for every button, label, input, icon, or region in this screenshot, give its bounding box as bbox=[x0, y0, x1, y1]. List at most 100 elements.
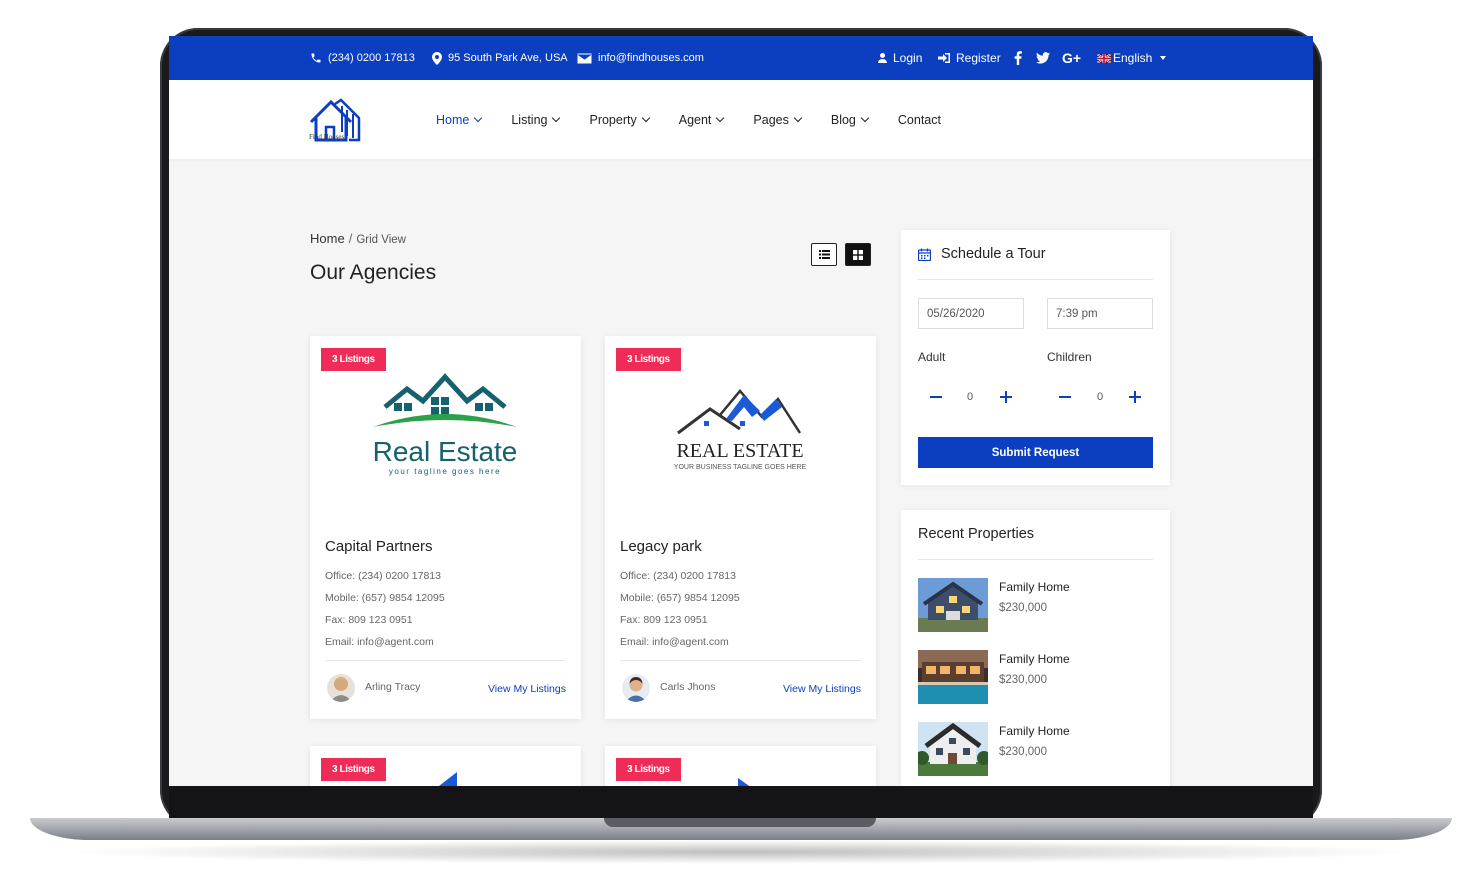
children-label: Children bbox=[1047, 350, 1092, 364]
property-title[interactable]: Family Home bbox=[999, 724, 1070, 738]
property-price: $230,000 bbox=[999, 746, 1047, 758]
avatar[interactable] bbox=[622, 674, 650, 702]
map-marker-icon bbox=[432, 51, 442, 65]
grid-view-button[interactable] bbox=[845, 243, 871, 266]
listings-badge: 3 Listings bbox=[321, 758, 386, 781]
calendar-icon bbox=[918, 248, 931, 261]
adult-increment-button[interactable] bbox=[1000, 391, 1012, 403]
property-thumbnail[interactable] bbox=[918, 722, 988, 776]
login-link[interactable]: Login bbox=[878, 36, 922, 80]
nav-blog[interactable]: Blog bbox=[830, 112, 870, 127]
nav-blog-label: Blog bbox=[830, 112, 856, 127]
agency-card[interactable]: 3 Listings bbox=[310, 746, 581, 786]
recent-properties-widget: Recent Properties Family Home $230,000 F… bbox=[901, 510, 1170, 786]
time-field[interactable]: 7:39 pm bbox=[1047, 298, 1153, 329]
agency-logo-partial-icon bbox=[738, 778, 750, 786]
list-item[interactable]: Family Home $230,000 bbox=[918, 650, 1158, 706]
chevron-down-icon bbox=[860, 113, 870, 122]
nav-agent[interactable]: Agent bbox=[678, 112, 725, 127]
nav-pages[interactable]: Pages bbox=[753, 112, 803, 127]
nav-property[interactable]: Property bbox=[589, 112, 650, 127]
screen-bottom-bezel bbox=[169, 786, 1313, 818]
sign-in-icon bbox=[938, 53, 950, 63]
mobile-phone: Mobile: (657) 9854 12095 bbox=[620, 592, 740, 604]
nav-agent-label: Agent bbox=[678, 112, 712, 127]
view-listings-link[interactable]: View My Listings bbox=[783, 683, 861, 695]
nav-property-label: Property bbox=[589, 112, 637, 127]
google-plus-icon: G+ bbox=[1062, 50, 1082, 66]
breadcrumb: Home / Grid View bbox=[310, 231, 406, 246]
address-text: 95 South Park Ave, USA bbox=[448, 52, 568, 64]
agency-logo-partial-icon bbox=[439, 772, 457, 786]
list-item[interactable]: Family Home $230,000 bbox=[918, 722, 1158, 778]
twitter-link[interactable] bbox=[1036, 36, 1050, 80]
envelope-icon bbox=[577, 52, 592, 64]
listings-badge: 3 Listings bbox=[321, 348, 386, 371]
agency-name[interactable]: Capital Partners bbox=[325, 538, 433, 555]
property-title[interactable]: Family Home bbox=[999, 580, 1070, 594]
facebook-link[interactable] bbox=[1014, 36, 1022, 80]
logo-title: REAL ESTATE bbox=[676, 440, 803, 462]
property-thumbnail[interactable] bbox=[918, 650, 988, 704]
list-item[interactable]: Family Home $230,000 bbox=[918, 578, 1158, 634]
nav-pages-label: Pages bbox=[753, 112, 789, 127]
adult-decrement-button[interactable] bbox=[930, 396, 942, 398]
property-thumbnail[interactable] bbox=[918, 578, 988, 632]
logo-text: Find Houses bbox=[309, 133, 345, 141]
nav-home[interactable]: Home bbox=[436, 113, 483, 127]
real-estate-logo-blue-icon: REAL ESTATE YOUR BUSINESS TAGLINE GOES H… bbox=[674, 389, 807, 471]
submit-request-button[interactable]: Submit Request bbox=[918, 437, 1153, 468]
laptop-notch bbox=[604, 818, 876, 827]
caret-down-icon bbox=[1160, 56, 1167, 60]
property-price: $230,000 bbox=[999, 674, 1047, 686]
children-decrement-button[interactable] bbox=[1059, 396, 1071, 398]
office-phone: Office: (234) 0200 17813 bbox=[620, 570, 736, 582]
schedule-tour-title: Schedule a Tour bbox=[941, 246, 1046, 262]
agent-name[interactable]: Arling Tracy bbox=[365, 681, 420, 693]
section-divider bbox=[918, 279, 1153, 280]
children-count[interactable]: 0 bbox=[1097, 391, 1103, 403]
avatar[interactable] bbox=[327, 674, 355, 702]
section-divider bbox=[918, 559, 1153, 560]
listings-badge: 3 Listings bbox=[616, 758, 681, 781]
google-plus-link[interactable]: G+ bbox=[1062, 36, 1081, 80]
topbar-email[interactable]: info@findhouses.com bbox=[577, 36, 704, 80]
logo-tagline: your tagline goes here bbox=[389, 467, 501, 476]
breadcrumb-separator: / bbox=[348, 231, 353, 246]
fax-number: Fax: 809 123 0951 bbox=[325, 614, 413, 626]
email-text: info@findhouses.com bbox=[598, 52, 704, 64]
agent-name[interactable]: Carls Jhons bbox=[660, 681, 715, 693]
list-view-button[interactable] bbox=[811, 243, 837, 266]
card-divider bbox=[325, 660, 566, 661]
real-estate-logo-green-icon: Real Estate your tagline goes here bbox=[373, 373, 517, 476]
twitter-icon bbox=[1036, 52, 1050, 64]
chevron-down-icon bbox=[552, 113, 561, 122]
list-icon bbox=[818, 250, 830, 259]
date-field[interactable]: 05/26/2020 bbox=[918, 298, 1024, 329]
topbar-address: 95 South Park Ave, USA bbox=[432, 36, 568, 80]
view-listings-link[interactable]: View My Listings bbox=[488, 683, 566, 695]
nav-listing[interactable]: Listing bbox=[511, 113, 561, 127]
register-link[interactable]: Register bbox=[938, 36, 1001, 80]
agency-card[interactable]: 3 Listings bbox=[605, 746, 876, 786]
logo-tagline: YOUR BUSINESS TAGLINE GOES HERE bbox=[674, 464, 807, 471]
language-label: English bbox=[1113, 51, 1153, 65]
agency-card[interactable]: 3 Listings REAL ESTATE YOUR BUSINESS TAG… bbox=[605, 336, 876, 719]
adult-count[interactable]: 0 bbox=[967, 391, 973, 403]
phone-text: (234) 0200 17813 bbox=[328, 52, 415, 64]
children-increment-button[interactable] bbox=[1129, 391, 1141, 403]
mobile-phone: Mobile: (657) 9854 12095 bbox=[325, 592, 445, 604]
property-title[interactable]: Family Home bbox=[999, 652, 1070, 666]
language-dropdown[interactable]: English bbox=[1097, 36, 1167, 80]
agency-card[interactable]: 3 Listings Real Estate your tagline goes… bbox=[310, 336, 581, 719]
property-price: $230,000 bbox=[999, 602, 1047, 614]
agency-name[interactable]: Legacy park bbox=[620, 538, 702, 555]
topbar-phone[interactable]: (234) 0200 17813 bbox=[310, 36, 415, 80]
user-icon bbox=[878, 53, 887, 63]
register-label: Register bbox=[956, 51, 1001, 65]
facebook-icon bbox=[1014, 51, 1022, 65]
breadcrumb-home[interactable]: Home bbox=[310, 231, 345, 246]
browser-viewport: (234) 0200 17813 95 South Park Ave, USA … bbox=[169, 36, 1313, 786]
nav-contact[interactable]: Contact bbox=[898, 113, 941, 127]
recent-properties-title: Recent Properties bbox=[918, 526, 1035, 542]
